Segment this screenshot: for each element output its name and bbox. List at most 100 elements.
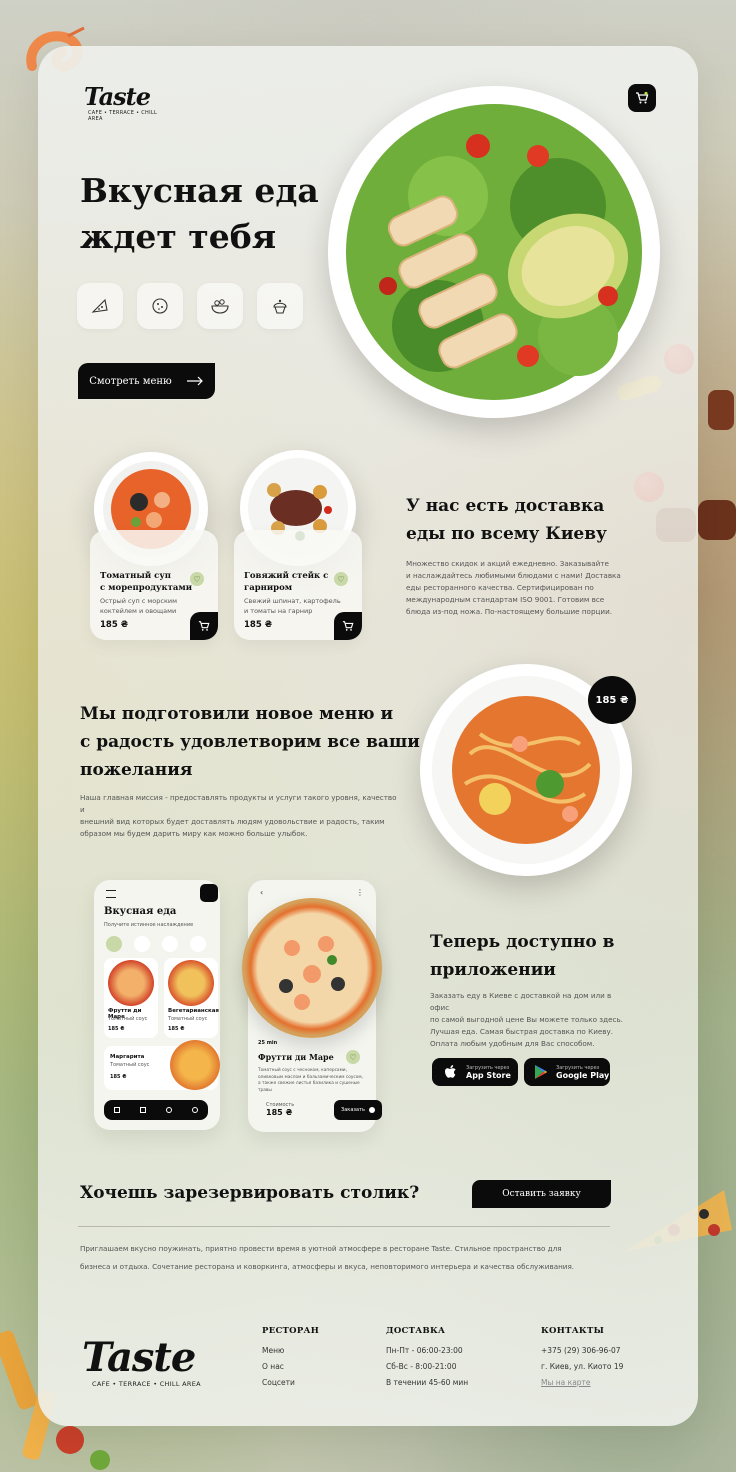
footer-map-link[interactable]: Мы на карте xyxy=(541,1378,623,1387)
menu-burger-icon[interactable] xyxy=(106,890,116,898)
heart-icon: ♡ xyxy=(193,574,201,584)
logo-wordmark: Taste xyxy=(84,82,151,111)
app-section-text: Заказать еду в Киеве с доставкой на дом … xyxy=(430,990,630,1050)
menu-title-l2: с радость удовлетворим все ваши xyxy=(80,732,420,752)
logo[interactable]: Taste CAFE • TERRACE • CHILL AREA xyxy=(84,84,164,124)
footer-hours-weekdays: Пн-Пт - 06:00-23:00 xyxy=(386,1346,463,1355)
more-icon[interactable]: ⋮ xyxy=(356,888,364,897)
reservation-title: Хочешь зарезервировать столик? xyxy=(80,1183,420,1203)
menu-title-l1: Мы подготовили новое меню и xyxy=(80,704,394,724)
app-text-l1: Заказать еду в Киеве с доставкой на дом … xyxy=(430,991,612,1012)
favorite-button[interactable]: ♡ xyxy=(334,572,348,586)
reservation-button[interactable]: Оставить заявку xyxy=(472,1180,611,1208)
salad-plate-image xyxy=(328,86,660,418)
app-product-1-desc: Томатный соус xyxy=(108,1016,148,1022)
google-play-icon xyxy=(535,1065,547,1079)
app-title: Вкусная еда xyxy=(104,906,177,917)
google-play-button[interactable]: Загрузить через Google Play xyxy=(524,1058,610,1086)
category-pizza[interactable] xyxy=(77,283,123,329)
salad-icon xyxy=(211,299,229,314)
app-screen-product: ‹ ⋮ 25 min Фрутти ди Маре ♡ Томатный соу… xyxy=(242,880,382,1132)
favorite-button[interactable]: ♡ xyxy=(346,1050,360,1064)
menu-text-l3: образом мы будем дарить миру как можно б… xyxy=(80,829,308,838)
view-menu-label: Смотреть меню xyxy=(89,375,172,387)
home-icon[interactable] xyxy=(114,1107,120,1113)
delivery-title-line2: еды по всему Киеву xyxy=(406,524,607,544)
cupcake-icon xyxy=(273,299,287,314)
category-cupcake[interactable] xyxy=(257,283,303,329)
delivery-text-l4: международным стандартам ISO 9001. Готов… xyxy=(406,595,605,604)
reservation-text-l1: Приглашаем вкусно поужинать, приятно про… xyxy=(80,1244,562,1253)
app-product-2[interactable]: Вегетарианская Томатный соус 185 ₴ xyxy=(164,958,219,1038)
product-price: 185 ₴ xyxy=(244,620,273,630)
app-cart-button[interactable] xyxy=(200,884,218,902)
footer-link-menu[interactable]: Меню xyxy=(262,1346,319,1355)
product-desc-2: коктейлем и овощами xyxy=(100,607,177,615)
product-desc-l3: а также свежие листья базилика и сушеные xyxy=(258,1081,360,1086)
menu-section-title: Мы подготовили новое меню и с радость уд… xyxy=(80,700,420,784)
footer-phone[interactable]: +375 (29) 306-96-07 xyxy=(541,1346,623,1355)
order-button[interactable]: Заказать xyxy=(334,1100,382,1120)
product-price: 185 ₴ xyxy=(100,620,129,630)
chat-icon[interactable] xyxy=(166,1107,172,1113)
cookie-icon xyxy=(152,298,168,314)
product-desc-2: и томаты на гарнир xyxy=(244,607,313,615)
delivery-text: Множество скидок и акций ежедневно. Зака… xyxy=(406,558,626,618)
footer-col-title: РЕСТОРАН xyxy=(262,1326,320,1336)
app-section-title: Теперь доступно в приложении xyxy=(430,928,614,984)
app-category-salad[interactable] xyxy=(162,936,178,952)
app-product-3-name: Маргарита xyxy=(110,1054,145,1060)
app-product-1[interactable]: Фрутти ди Маре Томатный соус 185 ₴ xyxy=(104,958,158,1038)
product-name-2: с морепродуктами xyxy=(100,583,193,593)
favorite-button[interactable]: ♡ xyxy=(190,572,204,586)
price-badge-text: 185 ₴ xyxy=(595,694,629,706)
orders-icon[interactable] xyxy=(140,1107,146,1113)
footer-link-social[interactable]: Соцсети xyxy=(262,1378,319,1387)
app-title-l1: Теперь доступно в xyxy=(430,932,615,952)
app-product-3-desc: Томатный соус xyxy=(110,1062,150,1068)
app-store-small: Загрузить через xyxy=(466,1064,510,1071)
product-description: Томатный соус с чесноком, каперсами, оли… xyxy=(258,1068,368,1094)
price-badge: 185 ₴ xyxy=(588,676,636,724)
category-salad[interactable] xyxy=(197,283,243,329)
divider xyxy=(78,1226,610,1227)
category-cookie[interactable] xyxy=(137,283,183,329)
cart-icon xyxy=(342,621,354,631)
profile-icon[interactable] xyxy=(192,1107,198,1113)
app-tab-bar xyxy=(104,1100,208,1120)
footer-logo-tagline: CAFE • TERRACE • CHILL AREA xyxy=(92,1380,201,1388)
app-product-3[interactable]: Маргарита Томатный соус 185 ₴ xyxy=(104,1040,220,1090)
footer-delivery-time: В течении 45-60 мин xyxy=(386,1378,469,1387)
product-name: Говяжий стейк с xyxy=(244,571,329,581)
delivery-text-l5: блюда из-под ножа. По-настоящему большие… xyxy=(406,607,613,616)
footer-hours-weekend: Сб-Вс - 8:00-21:00 xyxy=(386,1362,457,1371)
footer-logo-wordmark: Taste xyxy=(82,1334,196,1381)
add-to-cart-button[interactable] xyxy=(334,612,362,640)
apple-icon xyxy=(445,1065,456,1078)
app-category-cupcake[interactable] xyxy=(190,936,206,952)
arrow-circle-icon xyxy=(368,1107,375,1113)
app-title-l2: приложении xyxy=(430,960,556,980)
footer-col-title: КОНТАКТЫ xyxy=(541,1326,605,1336)
delivery-text-l2: и наслаждайтесь любимыми блюдами с нами!… xyxy=(406,571,621,580)
app-store-button[interactable]: Загрузить через App Store xyxy=(432,1058,518,1086)
app-category-cookie[interactable] xyxy=(134,936,150,952)
app-text-l2: по самой выгодной цене Вы можете только … xyxy=(430,1015,623,1024)
product-name-2: гарниром xyxy=(244,583,293,593)
footer-col-title: ДОСТАВКА xyxy=(386,1326,446,1336)
cook-time: 25 min xyxy=(258,1040,278,1046)
app-store-label: App Store xyxy=(466,1070,511,1080)
add-to-cart-button[interactable] xyxy=(190,612,218,640)
footer-link-about[interactable]: О нас xyxy=(262,1362,319,1371)
back-icon[interactable]: ‹ xyxy=(260,888,263,897)
app-category-pizza[interactable] xyxy=(106,936,122,952)
menu-section-text: Наша главная миссия - предоставлять прод… xyxy=(80,792,400,840)
product-card-soup[interactable]: Томатный суп с морепродуктами ♡ Острый с… xyxy=(90,530,218,640)
pizza-icon xyxy=(91,298,108,313)
app-text-l4: Оплата любым удобным для Вас способом. xyxy=(430,1039,595,1048)
heart-icon: ♡ xyxy=(337,574,345,584)
pizza-image xyxy=(170,1040,220,1090)
product-card-steak[interactable]: Говяжий стейк с гарниром ♡ Свежий шпинат… xyxy=(234,530,362,640)
view-menu-button[interactable]: Смотреть меню xyxy=(78,363,215,399)
footer-logo[interactable]: Taste CAFE • TERRACE • CHILL AREA xyxy=(82,1336,202,1396)
